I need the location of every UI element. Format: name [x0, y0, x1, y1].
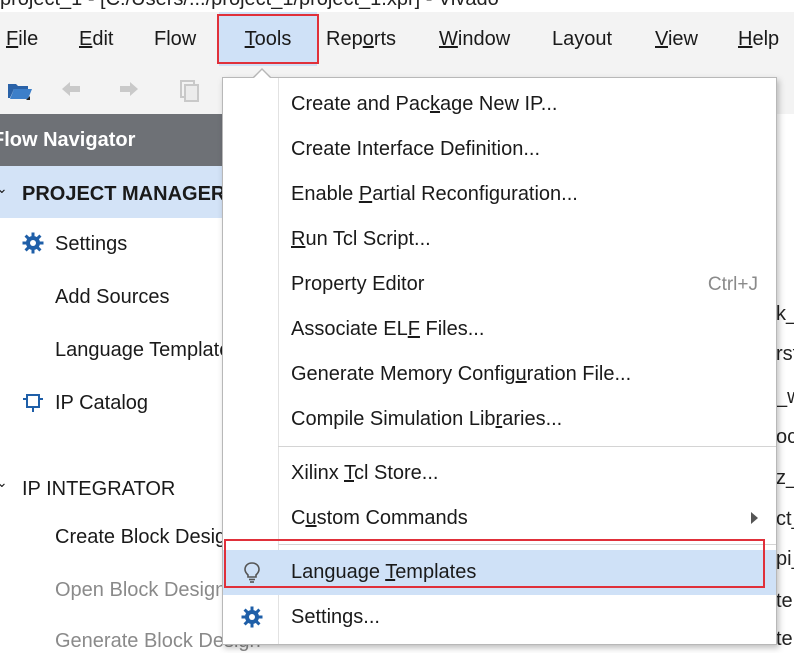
nav-open-block-design[interactable]: Open Block Design [55, 579, 226, 602]
nav-language-templates[interactable]: Language Templates [55, 339, 240, 362]
menu-item-create-interface-definition[interactable]: Create Interface Definition... [223, 127, 776, 172]
right-fragment: te [776, 590, 793, 612]
gear-icon [241, 606, 263, 628]
menu-item-settings[interactable]: Settings... [223, 595, 776, 640]
nav-add-sources[interactable]: Add Sources [55, 286, 170, 309]
window-title: project_1 - [C:/Users/.../project_1/proj… [0, 0, 794, 12]
right-fragment: pi_ [776, 548, 794, 570]
menu-item-custom-commands[interactable]: Custom Commands [223, 496, 776, 541]
shortcut-ctrl-j: Ctrl+J [707, 274, 758, 295]
menu-item-compile-simulation-libraries[interactable]: Compile Simulation Libraries... [223, 397, 776, 442]
collapse-chevron-icon[interactable]: ⌄ [0, 180, 8, 197]
right-fragment: ock [776, 426, 794, 448]
menu-item-enable-partial-reconfiguration[interactable]: Enable Partial Reconfiguration... [223, 172, 776, 217]
menu-item-property-editor[interactable]: Property Editor Ctrl+J [223, 262, 776, 307]
right-fragment: k_ [776, 303, 794, 325]
menu-window[interactable]: Window [439, 12, 510, 66]
ip-integrator-section[interactable]: IP INTEGRATOR [22, 478, 175, 501]
menu-bar: File Edit Flow Tools Reports Window Layo… [0, 12, 794, 66]
menu-separator [278, 446, 776, 447]
menu-item-generate-memory-config[interactable]: Generate Memory Configuration File... [223, 352, 776, 397]
right-fragment: z_ [776, 467, 794, 489]
menu-item-language-templates[interactable]: Language Templates [223, 550, 776, 595]
open-project-icon[interactable] [6, 76, 34, 104]
menu-help[interactable]: Help [738, 12, 779, 66]
menu-item-xilinx-tcl-store[interactable]: Xilinx Tcl Store... [223, 451, 776, 496]
menu-tools[interactable]: Tools [219, 12, 317, 66]
menu-pointer-inner [254, 70, 270, 78]
right-fragment: rst [776, 343, 794, 365]
menu-reports[interactable]: Reports [326, 12, 396, 66]
nav-ip-catalog[interactable]: IP Catalog [55, 392, 148, 415]
menu-view[interactable]: View [655, 12, 698, 66]
submenu-arrow-icon [751, 512, 758, 524]
gear-icon [22, 232, 44, 259]
nav-create-block-design[interactable]: Create Block Design [55, 526, 237, 549]
menu-edit[interactable]: Edit [79, 12, 113, 66]
menu-item-associate-elf[interactable]: Associate ELF Files... [223, 307, 776, 352]
menu-item-run-tcl-script[interactable]: Run Tcl Script... [223, 217, 776, 262]
right-fragment: ct_ [776, 508, 794, 530]
ip-catalog-icon [22, 391, 44, 418]
menu-separator [278, 544, 776, 545]
lightbulb-icon [241, 561, 263, 583]
right-fragment: te [776, 628, 793, 650]
collapse-chevron-icon[interactable]: ⌄ [0, 474, 8, 491]
nav-settings[interactable]: Settings [55, 233, 127, 256]
menu-file[interactable]: File [6, 12, 38, 66]
project-manager-section[interactable]: PROJECT MANAGER [22, 183, 225, 206]
menu-flow[interactable]: Flow [154, 12, 196, 66]
tools-menu: Create and Package New IP... Create Inte… [222, 77, 777, 645]
undo-icon[interactable] [58, 76, 86, 104]
menu-layout[interactable]: Layout [552, 12, 612, 66]
redo-icon[interactable] [114, 76, 142, 104]
menu-item-create-package-ip[interactable]: Create and Package New IP... [223, 82, 776, 127]
right-fragment: _w [776, 386, 794, 408]
copy-icon[interactable] [176, 76, 204, 104]
